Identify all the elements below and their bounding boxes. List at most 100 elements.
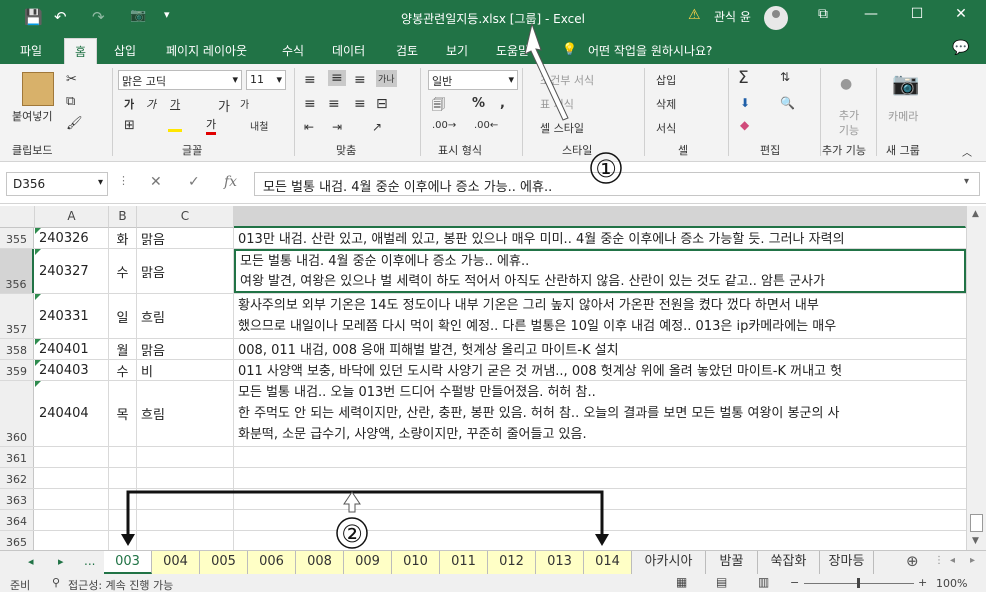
row-header[interactable]: 365	[0, 531, 34, 550]
increase-decimal-icon[interactable]: .00→	[432, 120, 456, 131]
row-header[interactable]: 361	[0, 447, 34, 467]
align-middle-icon[interactable]: ≡	[328, 70, 346, 86]
hscroll-right-icon[interactable]: ▸	[970, 555, 975, 566]
align-top-icon[interactable]: ≡	[304, 72, 316, 88]
comma-button[interactable]: ,	[500, 96, 505, 111]
italic-button[interactable]: 가	[146, 96, 156, 112]
border-icon[interactable]: ⊞	[124, 118, 135, 133]
increase-indent-icon[interactable]: ⇥	[332, 120, 342, 134]
decrease-indent-icon[interactable]: ⇤	[304, 120, 314, 134]
tab-formulas[interactable]: 수식	[282, 42, 304, 59]
insert-cells-button[interactable]: 삽입	[656, 72, 676, 88]
cell-b[interactable]: 화	[109, 228, 137, 248]
insert-function-icon[interactable]: fx	[224, 174, 237, 190]
row-header[interactable]: 362	[0, 468, 34, 488]
add-sheet-icon[interactable]: ⊕	[906, 552, 919, 570]
cell-c[interactable]: 맑음	[137, 249, 234, 293]
tab-help[interactable]: 도움말	[496, 42, 529, 59]
row-header[interactable]: 358	[0, 339, 34, 359]
delete-cells-button[interactable]: 삭제	[656, 96, 676, 112]
cell-d[interactable]: 011 사양액 보충, 바닥에 있던 도시락 사양기 굳은 것 꺼냄.., 00…	[234, 360, 966, 380]
cell-d[interactable]	[234, 510, 966, 530]
hscroll-left-icon[interactable]: ◂	[950, 555, 955, 566]
name-box[interactable]: D356 ▾	[6, 172, 108, 196]
table-format-button[interactable]: 표 서식	[540, 96, 574, 112]
font-name-select[interactable]: 맑은 고딕 ▾	[118, 70, 242, 90]
close-button[interactable]: ✕	[946, 6, 976, 22]
zoom-slider-thumb[interactable]	[857, 578, 860, 588]
align-bottom-icon[interactable]: ≡	[354, 72, 366, 88]
merge-icon[interactable]: ⊟	[376, 96, 388, 112]
cell-a[interactable]: 240327	[35, 249, 109, 293]
collapse-ribbon-icon[interactable]: ︿	[962, 144, 972, 159]
cell-c[interactable]	[137, 510, 234, 530]
cell-c[interactable]	[137, 447, 234, 467]
number-format-select[interactable]: 일반 ▾	[428, 70, 518, 90]
cell-a[interactable]	[35, 510, 109, 530]
cell-c[interactable]: 맑음	[137, 228, 234, 248]
page-break-view-icon[interactable]: ▥	[758, 575, 769, 589]
cell-c[interactable]: 흐림	[137, 381, 234, 446]
cell-a[interactable]: 240401	[35, 339, 109, 359]
phonetic-icon[interactable]: 내철	[250, 118, 268, 133]
cell-d[interactable]: 008, 011 내검, 008 응애 피해벌 발견, 헛계상 올리고 마이트-…	[234, 339, 966, 359]
cell-a[interactable]: 240403	[35, 360, 109, 380]
paste-icon[interactable]	[22, 72, 54, 106]
format-cells-button[interactable]: 서식	[656, 120, 676, 136]
cell-a[interactable]: 240331	[35, 294, 109, 338]
column-header-a[interactable]: A	[35, 206, 109, 228]
format-painter-icon[interactable]: 🖌	[66, 116, 83, 131]
cell-b[interactable]: 목	[109, 381, 137, 446]
cell-d[interactable]	[234, 489, 966, 509]
zoom-in-icon[interactable]: +	[918, 576, 927, 589]
row-header[interactable]: 357	[0, 294, 34, 338]
cancel-icon[interactable]: ✕	[150, 174, 162, 190]
sheet-tab[interactable]: 장마등	[820, 551, 874, 574]
worksheet-grid[interactable]: A B C 355 240326 화 맑음 013만 내검. 산란 있고, 애벌레 있고…	[0, 206, 966, 550]
align-right-icon[interactable]: ≡	[354, 96, 366, 112]
sheet-tab[interactable]: 아카시아	[632, 551, 706, 574]
underline-button[interactable]: 가	[170, 96, 180, 112]
row-header[interactable]: 356	[0, 249, 34, 293]
warning-icon[interactable]: ⚠	[688, 7, 701, 23]
align-left-icon[interactable]: ≡	[304, 96, 316, 112]
cell-d[interactable]	[234, 531, 966, 550]
sheet-tab[interactable]: 009	[344, 551, 392, 574]
cell-a[interactable]	[35, 468, 109, 488]
sheet-options-icon[interactable]: ⋮	[934, 555, 944, 566]
find-icon[interactable]: 🔍	[780, 96, 795, 110]
comments-icon[interactable]: 💬	[952, 40, 969, 56]
paste-button[interactable]: 붙여넣기	[12, 108, 52, 124]
sheet-tab[interactable]: 008	[296, 551, 344, 574]
camera-tool-icon[interactable]: 📷	[892, 72, 919, 97]
tab-insert[interactable]: 삽입	[114, 42, 136, 59]
cell-b[interactable]: 수	[109, 360, 137, 380]
sheet-next-icon[interactable]: ▸	[58, 555, 64, 568]
shrink-font-icon[interactable]: 가	[240, 96, 249, 111]
tell-me-input[interactable]: 어떤 작업을 원하시나요?	[588, 42, 712, 59]
cell-d[interactable]: 황사주의보 외부 기온은 14도 정도이나 내부 기온은 그리 높지 않아서 가…	[234, 294, 966, 338]
minimize-button[interactable]: —	[856, 6, 886, 22]
decrease-decimal-icon[interactable]: .00←	[474, 120, 498, 131]
maximize-button[interactable]: ☐	[902, 6, 932, 22]
sheet-tab[interactable]: 010	[392, 551, 440, 574]
font-color-icon[interactable]: 가	[206, 116, 217, 135]
row-header[interactable]: 363	[0, 489, 34, 509]
addin-button[interactable]: 추가 기능	[834, 108, 864, 138]
conditional-format-button[interactable]: 조건부 서식	[540, 72, 594, 88]
font-size-select[interactable]: 11 ▾	[246, 70, 286, 90]
sheet-tab[interactable]: 006	[248, 551, 296, 574]
tab-home[interactable]: 홈	[64, 38, 98, 64]
formula-input[interactable]: 모든 벌통 내검. 4월 중순 이후에나 증소 가능.. 에휴..	[254, 172, 980, 196]
tab-data[interactable]: 데이터	[332, 42, 365, 59]
align-center-icon[interactable]: ≡	[328, 96, 340, 112]
camera-button[interactable]: 카메라	[888, 108, 918, 124]
cell-a[interactable]	[35, 489, 109, 509]
sheet-tab[interactable]: 003	[104, 551, 152, 574]
cell-d[interactable]: 013만 내검. 산란 있고, 애벌레 있고, 봉판 있으나 매우 미미.. 4…	[234, 228, 966, 248]
tab-file[interactable]: 파일	[20, 42, 42, 59]
sheet-prev-icon[interactable]: ◂	[28, 555, 34, 568]
sheet-tab[interactable]: 005	[200, 551, 248, 574]
cell-d[interactable]	[234, 468, 966, 488]
cell-d[interactable]	[234, 447, 966, 467]
